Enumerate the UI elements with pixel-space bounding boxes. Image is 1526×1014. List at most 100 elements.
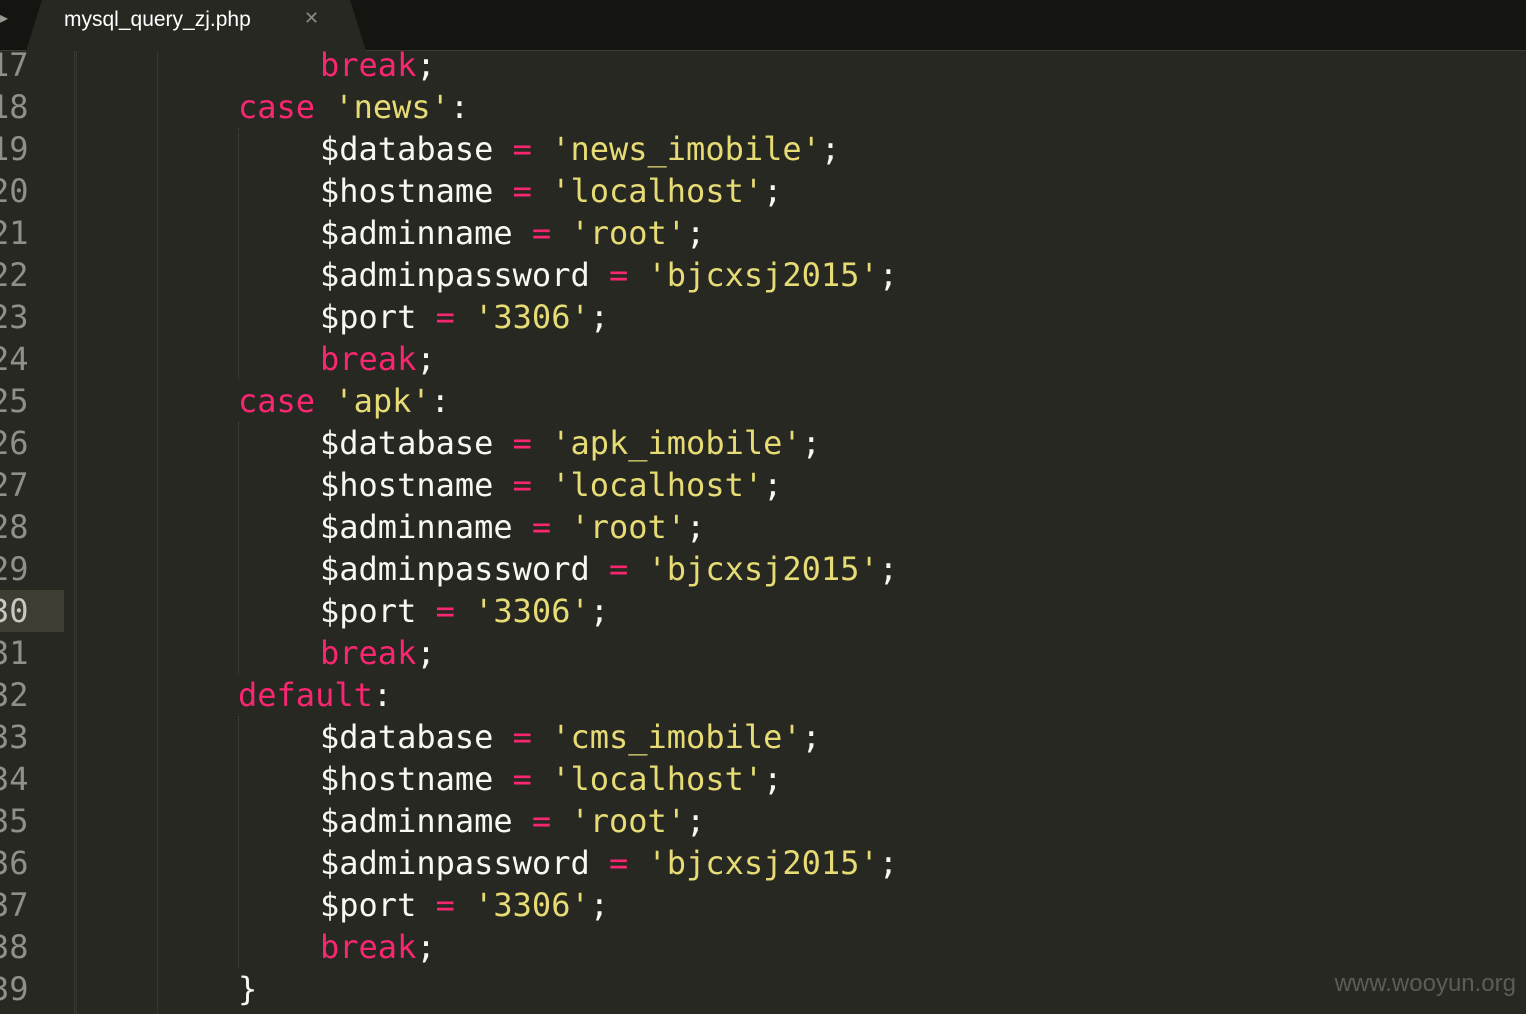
code-token: ; [416, 634, 436, 672]
code-line[interactable]: $adminname = 'root'; [320, 800, 705, 842]
file-tab[interactable]: mysql_query_zj.php ✕ [26, 0, 366, 51]
code-token: = [435, 592, 455, 630]
code-line[interactable]: $port = '3306'; [320, 296, 609, 338]
close-icon[interactable]: ✕ [304, 8, 319, 29]
code-token: } [238, 970, 258, 1008]
line-number: 25 [0, 382, 29, 420]
code-token: 'cms_imobile' [551, 718, 802, 756]
code-editor[interactable]: 17 18 19 20 21 22 23 24 25 26 27 28 293031 32 33 34 35 36… [0, 51, 1526, 1014]
code-token: $port [320, 298, 417, 336]
code-token: = [531, 802, 552, 840]
code-line[interactable]: break; [320, 338, 436, 380]
code-line[interactable]: case 'apk': [238, 380, 450, 422]
line-number: 20 [0, 172, 29, 210]
code-line[interactable]: break; [320, 926, 436, 968]
code-token: 'news_imobile' [551, 130, 821, 168]
line-number: 35 [0, 802, 29, 840]
code-line[interactable]: $adminname = 'root'; [320, 506, 705, 548]
code-token: case [238, 88, 316, 126]
code-token: $adminpassword [320, 550, 590, 588]
code-token: ; [589, 886, 609, 924]
code-token: 'localhost' [551, 466, 764, 504]
code-line[interactable]: } [238, 968, 257, 1010]
code-line[interactable]: default: [238, 674, 392, 716]
code-line[interactable]: $adminpassword = 'bjcxsj2015'; [320, 548, 898, 590]
code-line[interactable]: $adminpassword = 'bjcxsj2015'; [320, 842, 898, 884]
code-token: $port [320, 592, 417, 630]
gutter-separator [74, 51, 75, 1014]
indent-guide [238, 716, 239, 968]
code-line[interactable]: $database = 'cms_imobile'; [320, 716, 821, 758]
line-number: 33 [0, 718, 29, 756]
code-token: 'root' [570, 802, 687, 840]
code-line[interactable]: $adminname = 'root'; [320, 212, 705, 254]
line-number: 39 [0, 970, 29, 1008]
code-token: '3306' [474, 298, 590, 336]
line-number: 28 [0, 508, 29, 546]
code-line[interactable]: if (!@mysql_get_host_info($GLOBALS[$dbna… [238, 1010, 1143, 1014]
code-token: 'apk_imobile' [551, 424, 802, 462]
code-token: $hostname [320, 760, 494, 798]
code-token: break [320, 51, 417, 84]
line-number: 40 [0, 1010, 60, 1014]
code-token: break [320, 928, 417, 966]
code-line[interactable]: $port = '3306'; [320, 884, 609, 926]
code-token: 'bjcxsj2015' [647, 844, 879, 882]
code-token: break [320, 634, 417, 672]
code-token: $database [320, 130, 494, 168]
line-number: 30 [0, 590, 64, 632]
line-number: 36 [0, 844, 29, 882]
code-line[interactable]: $hostname = 'localhost'; [320, 170, 782, 212]
code-line[interactable]: $hostname = 'localhost'; [320, 464, 782, 506]
code-line[interactable]: $database = 'news_imobile'; [320, 128, 840, 170]
code-token: $database [320, 718, 494, 756]
code-token: = [512, 172, 532, 210]
code-line[interactable]: $port = '3306'; [320, 590, 609, 632]
code-line[interactable]: $database = 'apk_imobile'; [320, 422, 821, 464]
code-token: ; [416, 928, 436, 966]
code-token: $hostname [320, 172, 494, 210]
line-number: 32 [0, 676, 29, 714]
tab-title[interactable]: mysql_query_zj.php [64, 8, 251, 32]
code-line[interactable]: break; [320, 51, 436, 86]
code-line[interactable]: $adminpassword = 'bjcxsj2015'; [320, 254, 898, 296]
code-token: ; [820, 130, 841, 168]
code-line[interactable]: $hostname = 'localhost'; [320, 758, 782, 800]
code-token: $hostname [320, 466, 494, 504]
code-token: : [372, 676, 393, 714]
code-token: ; [416, 340, 436, 378]
code-token: : [449, 88, 470, 126]
code-token: = [512, 424, 532, 462]
code-token: '3306' [474, 886, 590, 924]
code-token: ; [801, 424, 821, 462]
code-token: 'localhost' [551, 760, 764, 798]
code-token: = [435, 886, 455, 924]
code-token: = [608, 550, 629, 588]
code-line[interactable]: case 'news': [238, 86, 469, 128]
code-token: = [531, 214, 552, 252]
indent-guide [238, 128, 239, 380]
code-token: ; [686, 508, 706, 546]
line-number: 22 [0, 256, 29, 294]
code-line[interactable]: break; [320, 632, 436, 674]
line-number: 18 [0, 88, 29, 126]
code-token: ; [686, 802, 706, 840]
code-token: 'root' [570, 508, 687, 546]
code-token: = [435, 298, 455, 336]
code-token: $adminname [320, 214, 513, 252]
tab-scroll-arrow-icon[interactable]: ▸ [0, 8, 8, 27]
tab-bar: ▸ mysql_query_zj.php ✕ [0, 0, 1526, 51]
code-token: ; [801, 718, 821, 756]
